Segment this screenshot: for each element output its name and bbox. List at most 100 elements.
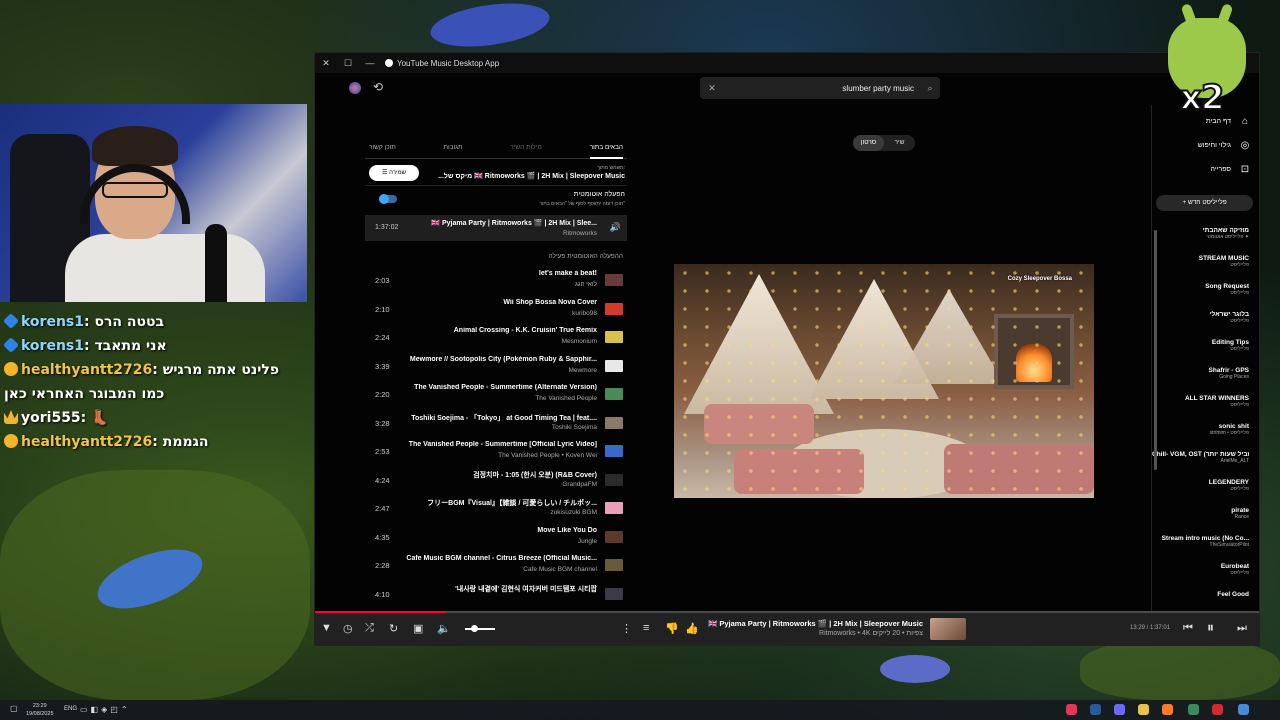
playlist-item[interactable]: Eurobeat פלייליסט bbox=[1152, 559, 1259, 587]
clear-icon[interactable]: ✕ bbox=[700, 83, 724, 94]
taskbar-app-icon[interactable] bbox=[1238, 704, 1249, 715]
autoplay-toggle[interactable] bbox=[379, 194, 397, 204]
maximize-window-button[interactable]: ☐ bbox=[337, 58, 359, 69]
playlist-item[interactable]: pirate Rance bbox=[1152, 503, 1259, 531]
playlist-subtitle: פלייליסט bbox=[1230, 486, 1249, 492]
queue-tabs: תוכן קשור תגובות מילות השיר הבאים בתור bbox=[365, 137, 627, 159]
volume-handle[interactable] bbox=[471, 625, 478, 632]
queue-item[interactable]: 3:28 Toshiki Soejima - 「Tokyo」 at Good Ti… bbox=[365, 409, 627, 438]
duration: 2:53 bbox=[375, 447, 390, 456]
track-artist: Jungle bbox=[577, 537, 597, 545]
chat-text: כמו המבוגר האחראי כאן bbox=[4, 386, 165, 402]
taskbar-app-icon[interactable] bbox=[1114, 704, 1125, 715]
queue-item[interactable]: 2:03 let's make a beat! לואי זוגג bbox=[365, 266, 627, 295]
track-thumbnail bbox=[605, 331, 623, 343]
language-indicator[interactable]: ENG bbox=[64, 706, 77, 712]
minimize-window-button[interactable]: — bbox=[359, 58, 381, 68]
playlist-item[interactable]: בלוגר ישראלי פלייליסט bbox=[1152, 307, 1259, 335]
notification-icon[interactable]: ▢ bbox=[10, 704, 18, 713]
chat-text: הגממת bbox=[162, 434, 209, 450]
track-thumbnail bbox=[605, 502, 623, 514]
multiplier-badge: x2 bbox=[1179, 77, 1226, 119]
taskbar-app-icon[interactable] bbox=[1090, 704, 1101, 715]
shuffle-icon[interactable]: ⤮ bbox=[365, 622, 374, 635]
save-button[interactable]: ☰ שמירה bbox=[369, 165, 419, 181]
history-icon[interactable]: ⟲ bbox=[373, 80, 383, 94]
playlist-item[interactable]: STREAM MUSIC פלייליסט bbox=[1152, 251, 1259, 279]
queue-item[interactable]: 4:10 '내사랑 내곁에' 김현식 여자커버 미드템포 시티팝 bbox=[365, 580, 627, 609]
queue-item[interactable]: 3:39 Mewmore // Sootopolis City (Pokémon … bbox=[365, 352, 627, 381]
search-bar[interactable]: ✕ slumber party music ⌕ bbox=[700, 77, 940, 99]
track-thumbnail bbox=[605, 530, 623, 543]
clock[interactable]: 23:29 19/08/2025 bbox=[26, 702, 54, 718]
queue-item[interactable]: 4:24 검정치마 - 1:05 (한시 오분) (R&B Cover) Grand… bbox=[365, 466, 627, 495]
duration: 2:28 bbox=[375, 561, 390, 570]
track-thumbnail bbox=[605, 445, 623, 457]
next-icon[interactable]: ⏭ bbox=[1237, 622, 1247, 635]
tab-related[interactable]: תוכן קשור bbox=[369, 144, 396, 151]
playlist-item[interactable]: ALL STAR WINNERS פלייליסט bbox=[1152, 391, 1259, 419]
chat-text: אני מתאבד bbox=[94, 338, 167, 354]
queue-item[interactable]: 2:28 Cafe Music BGM channel - Citrus Bree… bbox=[365, 551, 627, 580]
taskbar-app-icon[interactable] bbox=[1138, 704, 1149, 715]
close-window-button[interactable]: ✕ bbox=[315, 58, 337, 69]
tab-up-next[interactable]: הבאים בתור bbox=[589, 137, 623, 159]
repeat-icon[interactable]: ↻ bbox=[389, 622, 398, 635]
playlist-item[interactable]: Editing Tips פלייליסט bbox=[1152, 335, 1259, 363]
queue-item[interactable]: 2:10 Wii Shop Bossa Nova Cover kuribo98 bbox=[365, 295, 627, 324]
playlist-item[interactable]: Chill- VGM, OST (בשביל שעות יותר)ArielMe… bbox=[1152, 447, 1259, 475]
volume-icon[interactable]: 🔈 bbox=[437, 622, 451, 635]
tab-comments[interactable]: תגובות bbox=[444, 144, 463, 151]
track-title: let's make a beat! bbox=[538, 270, 597, 277]
tab-lyrics[interactable]: מילות השיר bbox=[510, 144, 542, 151]
queue-item[interactable]: 4:35 Move Like You Do Jungle bbox=[365, 523, 627, 552]
sidebar-item-library[interactable]: ספרייה ⊡ bbox=[1152, 157, 1259, 181]
queue-item[interactable]: 2:20 The Vanished People - Summertime (Al… bbox=[365, 380, 627, 409]
chat-text: פלינט אתה מרגיש bbox=[162, 362, 280, 378]
playlist-list: מוזיקה שאהבתי פלייליסט אוטומטי ✦ STREAM MU… bbox=[1152, 217, 1259, 615]
scrollbar[interactable] bbox=[1154, 230, 1157, 470]
playlist-item[interactable]: Song Request פלייליסט bbox=[1152, 279, 1259, 307]
background-fish bbox=[880, 655, 950, 683]
taskbar-app-icon[interactable] bbox=[1212, 704, 1223, 715]
playlist-item[interactable]: Stream intro music (No Co... TheSimulator… bbox=[1152, 531, 1259, 559]
sidebar-item-explore[interactable]: גילוי וחיפוש ◎ bbox=[1152, 133, 1259, 157]
queue-item[interactable]: 2:24 Animal Crossing - K.K. Cruisin' True… bbox=[365, 323, 627, 352]
playlist-item[interactable]: מוזיקה שאהבתי פלייליסט אוטומטי ✦ bbox=[1152, 223, 1259, 251]
now-playing-item[interactable]: 1:37:02 🇬🇧 Pyjama Party | Ritmoworks 🎬 |… bbox=[365, 215, 627, 241]
duration: 1:37:02 bbox=[375, 224, 399, 231]
youtube-music-window: ✕ ☐ — YouTube Music Desktop App ⟲ ✕ slum… bbox=[314, 52, 1260, 646]
taskbar-app-icon[interactable] bbox=[1066, 704, 1077, 715]
song-toggle-option[interactable]: שיר bbox=[884, 135, 915, 151]
expand-icon[interactable]: ▼ bbox=[321, 622, 332, 634]
queue-item[interactable]: 2:47 フリーBGM『Visual』【雑談 / 可愛らしい / チルポッ... z… bbox=[365, 494, 627, 523]
queue-icon[interactable]: ≡ bbox=[643, 622, 649, 634]
avatar[interactable] bbox=[349, 82, 361, 94]
taskbar-app-icon[interactable] bbox=[1188, 704, 1199, 715]
streamer-body bbox=[65, 234, 265, 302]
dislike-icon[interactable]: 👎 bbox=[665, 622, 679, 635]
current-track-thumbnail[interactable] bbox=[930, 618, 966, 640]
pause-icon[interactable]: ⏸ bbox=[1207, 619, 1214, 636]
track-artist: לואי זוגג bbox=[575, 281, 597, 288]
new-playlist-button[interactable]: + פלייליסט חדש bbox=[1156, 195, 1253, 211]
playlist-item[interactable]: Shafrir - GPS Going Places bbox=[1152, 363, 1259, 391]
previous-icon[interactable]: ⏮ bbox=[1183, 622, 1193, 635]
sleep-timer-icon[interactable]: ◷ bbox=[343, 622, 353, 635]
playlist-item[interactable]: LEGENDERY פלייליסט bbox=[1152, 475, 1259, 503]
system-tray-icons[interactable]: ▭◧◈◰⌃ bbox=[80, 705, 131, 714]
like-icon[interactable]: 👍 bbox=[685, 622, 699, 635]
search-input[interactable]: slumber party music bbox=[724, 84, 920, 93]
progress-bar[interactable] bbox=[315, 611, 1259, 613]
playlist-item[interactable]: sonic shit strimim • פלייליסט bbox=[1152, 419, 1259, 447]
queue-item[interactable]: 2:53 The Vanished People - Summertime [Of… bbox=[365, 437, 627, 466]
search-icon[interactable]: ⌕ bbox=[920, 83, 940, 94]
miniplayer-icon[interactable]: ▣ bbox=[413, 622, 423, 635]
volume-slider[interactable] bbox=[465, 628, 495, 630]
current-track-title[interactable]: 🇬🇧 Pyjama Party | Ritmoworks 🎬 | 2H Mix … bbox=[708, 619, 923, 628]
track-title: 검정치마 - 1:05 (한시 오분) (R&B Cover) bbox=[473, 471, 597, 479]
more-options-icon[interactable]: ⋮ bbox=[621, 622, 632, 635]
video-toggle-option[interactable]: סרטון bbox=[853, 135, 884, 151]
taskbar-app-icon[interactable] bbox=[1162, 704, 1173, 715]
fairy-lights bbox=[674, 264, 1094, 498]
